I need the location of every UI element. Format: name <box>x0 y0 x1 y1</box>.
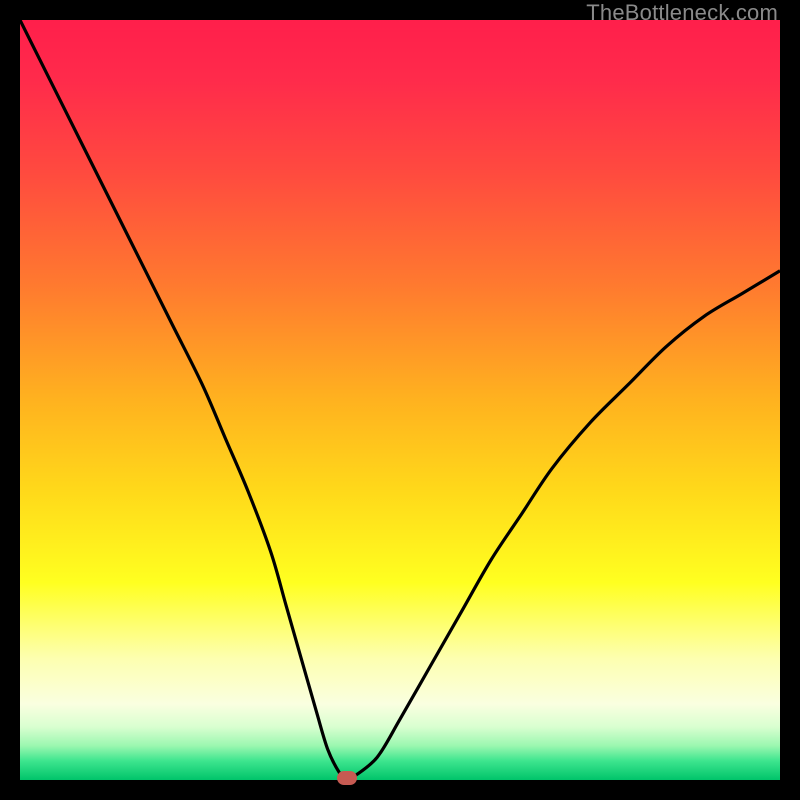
chart-frame <box>20 20 780 780</box>
bottleneck-plot <box>20 20 780 780</box>
optimal-point-marker <box>337 771 357 785</box>
watermark-text: TheBottleneck.com <box>586 0 778 26</box>
gradient-background <box>20 20 780 780</box>
